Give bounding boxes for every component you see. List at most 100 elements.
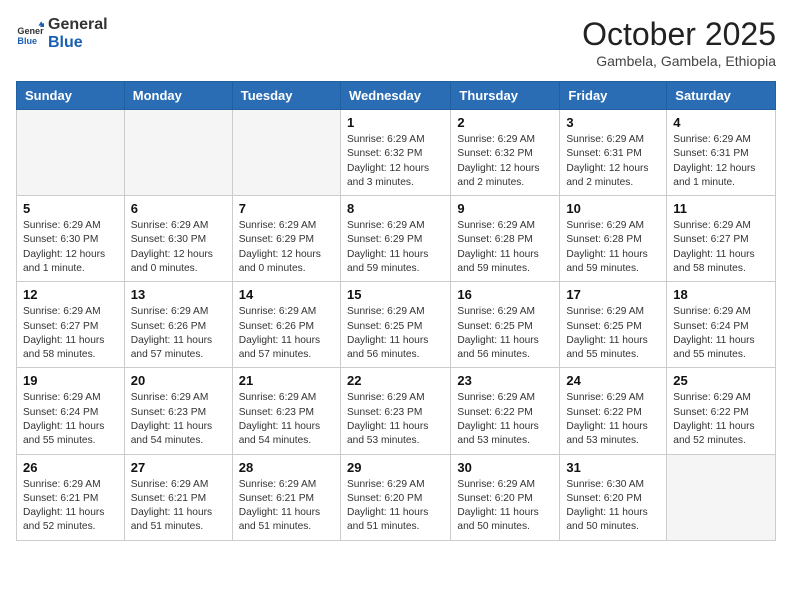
col-friday: Friday <box>560 82 667 110</box>
day-number: 2 <box>457 115 553 130</box>
day-info: Sunrise: 6:29 AMSunset: 6:24 PMDaylight:… <box>23 391 118 448</box>
day-number: 1 <box>347 115 444 130</box>
calendar-week-5: 26Sunrise: 6:29 AMSunset: 6:21 PMDayligh… <box>17 454 776 540</box>
col-tuesday: Tuesday <box>232 82 340 110</box>
calendar-cell: 25 Sunrise: 6:29 AMSunset: 6:22 PMDayligh… <box>667 368 776 454</box>
day-info: Sunrise: 6:29 AMSunset: 6:32 PMDaylight:… <box>457 133 553 190</box>
day-number: 20 <box>131 373 226 388</box>
day-info: Sunrise: 6:29 AMSunset: 6:29 PMDaylight:… <box>347 219 444 276</box>
calendar-cell: 26Sunrise: 6:29 AMSunset: 6:21 PMDayligh… <box>17 454 125 540</box>
logo-blue-text: Blue <box>48 34 83 51</box>
day-info: Sunrise: 6:29 AMSunset: 6:25 PMDaylight:… <box>457 305 553 362</box>
day-info: Sunrise: 6:29 AMSunset: 6:22 PMDaylight:… <box>457 391 553 448</box>
day-number: 6 <box>131 201 226 216</box>
day-number: 28 <box>239 460 334 475</box>
day-number: 22 <box>347 373 444 388</box>
day-info: Sunrise: 6:29 AMSunset: 6:29 PMDaylight:… <box>239 219 334 276</box>
calendar-cell <box>17 110 125 196</box>
calendar-cell: 31 Sunrise: 6:30 AMSunset: 6:20 PMDayligh… <box>560 454 667 540</box>
day-number: 24 <box>566 373 660 388</box>
calendar-cell: 22 Sunrise: 6:29 AMSunset: 6:23 PMDayligh… <box>340 368 450 454</box>
calendar-cell: 2 Sunrise: 6:29 AMSunset: 6:32 PMDaylight… <box>451 110 560 196</box>
calendar-header-row: Sunday Monday Tuesday Wednesday Thursday… <box>17 82 776 110</box>
calendar-cell: 5Sunrise: 6:29 AMSunset: 6:30 PMDaylight… <box>17 196 125 282</box>
day-info: Sunrise: 6:30 AMSunset: 6:20 PMDaylight:… <box>566 478 660 535</box>
day-number: 12 <box>23 287 118 302</box>
calendar-cell: 21 Sunrise: 6:29 AMSunset: 6:23 PMDayligh… <box>232 368 340 454</box>
day-info: Sunrise: 6:29 AMSunset: 6:21 PMDaylight:… <box>131 478 226 535</box>
day-info: Sunrise: 6:29 AMSunset: 6:23 PMDaylight:… <box>239 391 334 448</box>
day-number: 17 <box>566 287 660 302</box>
calendar-week-2: 5Sunrise: 6:29 AMSunset: 6:30 PMDaylight… <box>17 196 776 282</box>
calendar-cell: 29 Sunrise: 6:29 AMSunset: 6:20 PMDayligh… <box>340 454 450 540</box>
day-number: 3 <box>566 115 660 130</box>
location: Gambela, Gambela, Ethiopia <box>582 53 776 69</box>
day-info: Sunrise: 6:29 AMSunset: 6:23 PMDaylight:… <box>347 391 444 448</box>
day-number: 25 <box>673 373 769 388</box>
calendar-cell: 15 Sunrise: 6:29 AMSunset: 6:25 PMDayligh… <box>340 282 450 368</box>
day-info: Sunrise: 6:29 AMSunset: 6:28 PMDaylight:… <box>566 219 660 276</box>
calendar-cell: 23Sunrise: 6:29 AMSunset: 6:22 PMDayligh… <box>451 368 560 454</box>
calendar-cell: 17 Sunrise: 6:29 AMSunset: 6:25 PMDayligh… <box>560 282 667 368</box>
col-thursday: Thursday <box>451 82 560 110</box>
day-info: Sunrise: 6:29 AMSunset: 6:23 PMDaylight:… <box>131 391 226 448</box>
day-info: Sunrise: 6:29 AMSunset: 6:22 PMDaylight:… <box>673 391 769 448</box>
col-saturday: Saturday <box>667 82 776 110</box>
calendar-cell: 4Sunrise: 6:29 AMSunset: 6:31 PMDaylight… <box>667 110 776 196</box>
day-number: 14 <box>239 287 334 302</box>
day-info: Sunrise: 6:29 AMSunset: 6:21 PMDaylight:… <box>23 478 118 535</box>
calendar-week-4: 19 Sunrise: 6:29 AMSunset: 6:24 PMDayligh… <box>17 368 776 454</box>
calendar-cell: 24 Sunrise: 6:29 AMSunset: 6:22 PMDayligh… <box>560 368 667 454</box>
logo-icon: General Blue <box>16 20 44 48</box>
page-header: General Blue General Blue October 2025 G… <box>16 16 776 69</box>
day-info: Sunrise: 6:29 AMSunset: 6:25 PMDaylight:… <box>566 305 660 362</box>
day-number: 15 <box>347 287 444 302</box>
calendar-cell: 13 Sunrise: 6:29 AMSunset: 6:26 PMDayligh… <box>124 282 232 368</box>
day-info: Sunrise: 6:29 AMSunset: 6:21 PMDaylight:… <box>239 478 334 535</box>
calendar-cell <box>667 454 776 540</box>
day-info: Sunrise: 6:29 AMSunset: 6:22 PMDaylight:… <box>566 391 660 448</box>
calendar-cell: 8 Sunrise: 6:29 AMSunset: 6:29 PMDaylight… <box>340 196 450 282</box>
calendar-cell: 27 Sunrise: 6:29 AMSunset: 6:21 PMDayligh… <box>124 454 232 540</box>
day-number: 31 <box>566 460 660 475</box>
day-number: 16 <box>457 287 553 302</box>
day-number: 27 <box>131 460 226 475</box>
day-info: Sunrise: 6:29 AMSunset: 6:27 PMDaylight:… <box>673 219 769 276</box>
day-number: 13 <box>131 287 226 302</box>
logo-general-text: General <box>48 16 108 33</box>
calendar-cell: 3 Sunrise: 6:29 AMSunset: 6:31 PMDaylight… <box>560 110 667 196</box>
calendar-cell: 12Sunrise: 6:29 AMSunset: 6:27 PMDayligh… <box>17 282 125 368</box>
day-info: Sunrise: 6:29 AMSunset: 6:25 PMDaylight:… <box>347 305 444 362</box>
calendar-cell: 30Sunrise: 6:29 AMSunset: 6:20 PMDayligh… <box>451 454 560 540</box>
day-number: 11 <box>673 201 769 216</box>
day-info: Sunrise: 6:29 AMSunset: 6:26 PMDaylight:… <box>239 305 334 362</box>
day-info: Sunrise: 6:29 AMSunset: 6:28 PMDaylight:… <box>457 219 553 276</box>
calendar-cell: 28 Sunrise: 6:29 AMSunset: 6:21 PMDayligh… <box>232 454 340 540</box>
day-number: 9 <box>457 201 553 216</box>
col-wednesday: Wednesday <box>340 82 450 110</box>
col-sunday: Sunday <box>17 82 125 110</box>
day-number: 30 <box>457 460 553 475</box>
calendar-cell: 19 Sunrise: 6:29 AMSunset: 6:24 PMDayligh… <box>17 368 125 454</box>
title-block: October 2025 Gambela, Gambela, Ethiopia <box>582 16 776 69</box>
calendar-cell: 1 Sunrise: 6:29 AMSunset: 6:32 PMDaylight… <box>340 110 450 196</box>
calendar-cell: 10Sunrise: 6:29 AMSunset: 6:28 PMDayligh… <box>560 196 667 282</box>
col-monday: Monday <box>124 82 232 110</box>
day-number: 7 <box>239 201 334 216</box>
calendar-cell: 6Sunrise: 6:29 AMSunset: 6:30 PMDaylight… <box>124 196 232 282</box>
day-number: 19 <box>23 373 118 388</box>
day-number: 5 <box>23 201 118 216</box>
calendar-week-1: 1 Sunrise: 6:29 AMSunset: 6:32 PMDaylight… <box>17 110 776 196</box>
day-number: 8 <box>347 201 444 216</box>
day-info: Sunrise: 6:29 AMSunset: 6:31 PMDaylight:… <box>673 133 769 190</box>
day-info: Sunrise: 6:29 AMSunset: 6:26 PMDaylight:… <box>131 305 226 362</box>
day-info: Sunrise: 6:29 AMSunset: 6:20 PMDaylight:… <box>347 478 444 535</box>
calendar-week-3: 12Sunrise: 6:29 AMSunset: 6:27 PMDayligh… <box>17 282 776 368</box>
logo: General Blue General Blue <box>16 16 108 51</box>
day-info: Sunrise: 6:29 AMSunset: 6:32 PMDaylight:… <box>347 133 444 190</box>
calendar-cell: 14 Sunrise: 6:29 AMSunset: 6:26 PMDayligh… <box>232 282 340 368</box>
day-info: Sunrise: 6:29 AMSunset: 6:31 PMDaylight:… <box>566 133 660 190</box>
day-number: 21 <box>239 373 334 388</box>
day-number: 29 <box>347 460 444 475</box>
svg-text:Blue: Blue <box>17 35 37 45</box>
